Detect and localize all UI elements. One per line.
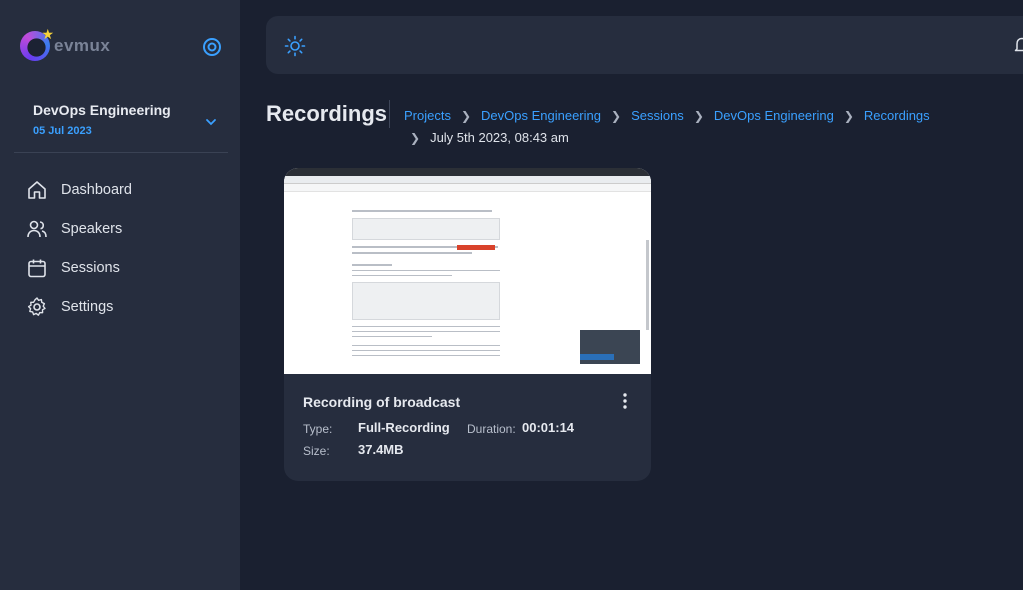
recording-thumbnail[interactable] (284, 168, 651, 374)
sidebar-item-settings[interactable]: Settings (26, 287, 226, 326)
chevron-right-icon: ❯ (460, 109, 472, 123)
sidebar-divider (14, 152, 228, 153)
breadcrumb-recordings[interactable]: Recordings (864, 105, 930, 127)
organization-selector[interactable]: DevOps Engineering 05 Jul 2023 (33, 102, 228, 150)
chevron-down-icon (206, 119, 216, 126)
sidebar-nav: Dashboard Speakers Sessions Settings (26, 170, 226, 326)
breadcrumb-current: July 5th 2023, 08:43 am (430, 130, 569, 145)
top-bar (266, 16, 1023, 74)
size-value: 37.4MB (358, 442, 404, 457)
sidebar: ★ evmux DevOps Engineering 05 Jul 2023 D… (0, 0, 240, 590)
recording-card[interactable]: Recording of broadcast Type: Full-Record… (284, 168, 651, 481)
gear-icon (27, 296, 46, 316)
logo-icon: ★ (20, 27, 54, 61)
breadcrumb-project[interactable]: DevOps Engineering (481, 105, 601, 127)
chevron-right-icon: ❯ (410, 131, 421, 145)
title-divider (389, 100, 390, 128)
sidebar-item-label: Dashboard (61, 181, 132, 198)
sidebar-item-dashboard[interactable]: Dashboard (26, 170, 226, 209)
duration-value: 00:01:14 (522, 420, 575, 435)
breadcrumb: Projects ❯ DevOps Engineering ❯ Sessions… (404, 105, 1004, 149)
organization-name: DevOps Engineering (33, 102, 171, 118)
home-icon (28, 180, 46, 199)
recording-title: Recording of broadcast (303, 394, 461, 410)
app-name: evmux (54, 36, 111, 55)
calendar-icon (28, 259, 46, 277)
speaker-video-overlay (580, 330, 640, 364)
users-icon (27, 220, 47, 237)
chevron-right-icon: ❯ (693, 109, 704, 123)
size-label: Size: (303, 444, 330, 458)
duration-label: Duration: (467, 422, 516, 436)
type-label: Type: (303, 422, 333, 436)
sidebar-item-label: Settings (61, 298, 114, 315)
breadcrumb-projects[interactable]: Projects (404, 105, 451, 127)
breadcrumb-session[interactable]: DevOps Engineering (714, 105, 834, 127)
sidebar-item-sessions[interactable]: Sessions (26, 248, 226, 287)
more-options-icon[interactable] (618, 392, 632, 410)
notification-bell-icon[interactable] (1014, 36, 1023, 54)
app-logo[interactable]: ★ evmux (20, 27, 226, 62)
sidebar-item-label: Sessions (61, 259, 120, 276)
sidebar-item-speakers[interactable]: Speakers (26, 209, 226, 248)
target-icon[interactable] (201, 36, 223, 58)
theme-toggle-sun-icon[interactable] (284, 35, 306, 57)
chevron-right-icon: ❯ (843, 109, 854, 123)
breadcrumb-sessions[interactable]: Sessions (631, 105, 684, 127)
chevron-right-icon: ❯ (611, 109, 622, 123)
page-title: Recordings (266, 101, 388, 126)
sidebar-item-label: Speakers (61, 220, 123, 237)
organization-date: 05 Jul 2023 (33, 125, 92, 137)
type-value: Full-Recording (358, 420, 450, 435)
